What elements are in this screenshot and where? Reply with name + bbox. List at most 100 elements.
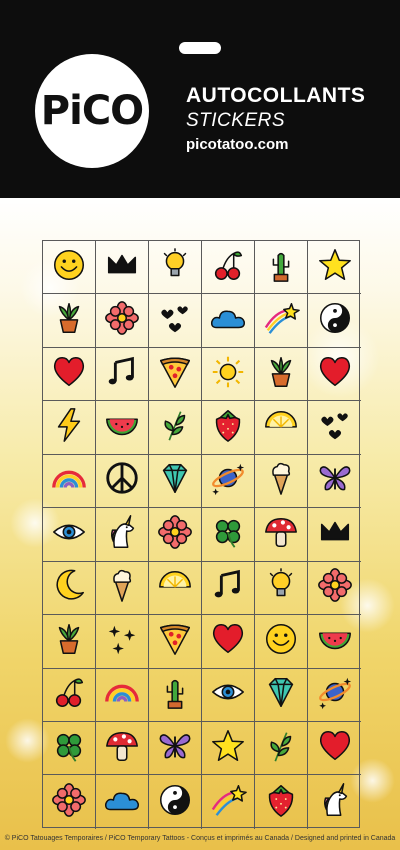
pico-logo: PiCO — [35, 54, 149, 168]
butterfly-icon — [316, 459, 354, 502]
sticker-cell — [96, 508, 149, 562]
sticker-cell — [43, 668, 96, 722]
sticker-cell — [43, 294, 96, 348]
yin-yang-icon — [156, 781, 194, 824]
sticker-cell — [202, 775, 255, 829]
cloud-icon — [209, 299, 247, 342]
lemon-icon — [262, 406, 300, 449]
sticker-cell — [202, 615, 255, 669]
sticker-cell — [149, 241, 202, 295]
sticker-cell — [202, 401, 255, 455]
sticker-cell — [96, 721, 149, 776]
hang-tab-hole — [179, 42, 221, 54]
sticker-cell — [96, 347, 149, 402]
sticker-cell — [96, 775, 149, 829]
heart-icon — [209, 620, 247, 663]
sticker-cell — [149, 775, 202, 829]
watermelon-icon — [316, 620, 354, 663]
sticker-grid — [42, 240, 361, 829]
yin-yang-icon — [316, 299, 354, 342]
sticker-cell — [308, 508, 361, 562]
sticker-cell — [149, 401, 202, 455]
clover-icon — [50, 727, 88, 770]
potted-plant-icon — [50, 299, 88, 342]
sticker-cell — [255, 561, 308, 616]
shooting-star-icon — [209, 781, 247, 824]
sticker-cell — [149, 721, 202, 776]
product-title: AUTOCOLLANTS — [186, 84, 366, 107]
sticker-cell — [96, 454, 149, 509]
flower-icon — [156, 513, 194, 556]
ice-cream-icon — [262, 459, 300, 502]
sticker-cell — [43, 401, 96, 455]
mushroom-icon — [103, 727, 141, 770]
sticker-cell — [149, 294, 202, 348]
sticker-cell — [255, 721, 308, 776]
sticker-cell — [308, 615, 361, 669]
strawberry-icon — [262, 781, 300, 824]
planet-icon — [316, 673, 354, 716]
sticker-cell — [149, 454, 202, 509]
eye-icon — [50, 513, 88, 556]
eye-icon — [209, 673, 247, 716]
leaf-icon — [262, 727, 300, 770]
brand-url: picotatoo.com — [186, 136, 289, 153]
sticker-cell — [308, 455, 361, 509]
ice-cream-icon — [103, 566, 141, 609]
sticker-cell — [96, 241, 149, 295]
planet-icon — [209, 459, 247, 502]
sticker-cell — [96, 294, 149, 348]
sticker-cell — [43, 721, 96, 776]
logo-text: PiCO — [40, 88, 144, 134]
moon-icon — [50, 566, 88, 609]
unicorn-icon — [103, 513, 141, 556]
heart-icon — [316, 353, 354, 396]
sticker-cell — [149, 508, 202, 562]
sticker-cell — [96, 401, 149, 455]
sticker-cell — [255, 615, 308, 669]
music-note-icon — [103, 353, 141, 396]
rainbow-icon — [103, 673, 141, 716]
sticker-cell — [43, 347, 96, 402]
music-note-icon — [209, 566, 247, 609]
product-subtitle: STICKERS — [186, 110, 286, 131]
rainbow-icon — [50, 459, 88, 502]
star-icon — [316, 246, 354, 289]
cloud-icon — [103, 781, 141, 824]
sticker-cell — [255, 775, 308, 829]
sparkles-icon — [103, 620, 141, 663]
sticker-cell — [308, 348, 361, 402]
crown-icon — [103, 246, 141, 289]
lemon-icon — [156, 566, 194, 609]
sticker-cell — [308, 722, 361, 776]
leaf-icon — [156, 406, 194, 449]
sticker-cell — [308, 294, 361, 348]
sticker-cell — [43, 508, 96, 562]
lightning-icon — [50, 406, 88, 449]
sticker-cell — [255, 241, 308, 295]
sticker-cell — [202, 241, 255, 295]
lightbulb-icon — [156, 246, 194, 289]
flower-icon — [103, 299, 141, 342]
sticker-cell — [202, 294, 255, 348]
mushroom-icon — [262, 513, 300, 556]
sticker-cell — [43, 561, 96, 616]
unicorn-icon — [316, 781, 354, 824]
sticker-cell — [202, 508, 255, 562]
sticker-cell — [202, 454, 255, 509]
crown-icon — [316, 513, 354, 556]
sticker-cell — [202, 347, 255, 402]
sticker-cell — [308, 775, 361, 828]
package-header: PiCO AUTOCOLLANTS STICKERS picotatoo.com — [0, 0, 400, 198]
cherries-icon — [209, 246, 247, 289]
sticker-cell — [43, 241, 96, 295]
footer-copyright: © PiCO Tatouages Temporaires / PiCO Temp… — [4, 835, 396, 842]
strawberry-icon — [209, 406, 247, 449]
sticker-cell — [255, 347, 308, 402]
pizza-icon — [156, 620, 194, 663]
sticker-cell — [149, 561, 202, 616]
smiley-icon — [50, 246, 88, 289]
sticker-cell — [43, 775, 96, 829]
sticker-cell — [43, 454, 96, 509]
butterfly-icon — [156, 727, 194, 770]
